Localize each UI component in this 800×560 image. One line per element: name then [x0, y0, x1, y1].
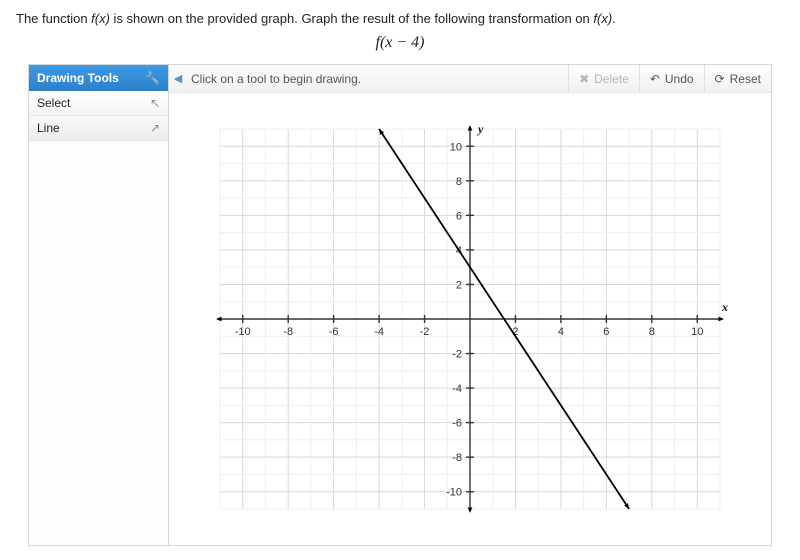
svg-text:8: 8 — [649, 326, 655, 338]
transformation-formula: f(x − 4) — [0, 32, 800, 60]
delete-icon: ✖ — [579, 72, 589, 86]
coordinate-plane[interactable]: -10-8-6-4-2246810-10-8-6-4-2246810xy — [190, 99, 750, 539]
tool-hint: Click on a tool to begin drawing. — [187, 72, 568, 86]
prompt-fx3: f(x) — [593, 11, 612, 26]
svg-text:8: 8 — [456, 176, 462, 188]
chevron-left-icon: ◀ — [174, 73, 182, 85]
svg-text:-6: -6 — [452, 418, 462, 430]
workspace: Drawing Tools 🔧 Select ↖ Line ↗ ◀ Click … — [28, 64, 772, 546]
wrench-icon: 🔧 — [145, 71, 160, 85]
graph-container: -10-8-6-4-2246810-10-8-6-4-2246810xy — [169, 93, 771, 545]
tools-header: Drawing Tools 🔧 — [29, 65, 168, 91]
svg-text:-10: -10 — [446, 487, 462, 499]
delete-label: Delete — [594, 72, 629, 86]
canvas-topbar: ◀ Click on a tool to begin drawing. ✖ De… — [169, 65, 771, 93]
undo-icon: ↶ — [650, 72, 660, 86]
svg-text:-8: -8 — [283, 326, 293, 338]
svg-text:-4: -4 — [452, 383, 462, 395]
canvas-area: ◀ Click on a tool to begin drawing. ✖ De… — [169, 65, 771, 545]
svg-text:10: 10 — [450, 141, 462, 153]
reset-button[interactable]: ⟳ Reset — [704, 65, 771, 92]
tool-line-label: Line — [37, 121, 60, 135]
tool-select-label: Select — [37, 96, 70, 110]
delete-button[interactable]: ✖ Delete — [568, 65, 639, 92]
prompt-part3: . — [612, 11, 616, 26]
collapse-panel-button[interactable]: ◀ — [169, 72, 187, 85]
tool-line[interactable]: Line ↗ — [29, 116, 168, 141]
tool-select[interactable]: Select ↖ — [29, 91, 168, 116]
undo-button[interactable]: ↶ Undo — [639, 65, 704, 92]
svg-text:-10: -10 — [235, 326, 251, 338]
tools-title: Drawing Tools — [37, 71, 119, 85]
svg-text:6: 6 — [603, 326, 609, 338]
svg-text:-2: -2 — [452, 349, 462, 361]
reset-label: Reset — [730, 72, 761, 86]
svg-text:-4: -4 — [374, 326, 384, 338]
svg-text:-2: -2 — [420, 326, 430, 338]
svg-text:2: 2 — [456, 280, 462, 292]
question-prompt: The function f(x) is shown on the provid… — [0, 0, 800, 32]
svg-text:y: y — [476, 122, 484, 136]
svg-text:x: x — [721, 300, 728, 314]
svg-text:-8: -8 — [452, 452, 462, 464]
cursor-icon: ↖ — [150, 96, 160, 110]
prompt-fx1: f(x) — [91, 11, 110, 26]
prompt-part2: is shown on the provided graph. Graph th… — [110, 11, 593, 26]
svg-text:-6: -6 — [329, 326, 339, 338]
undo-label: Undo — [665, 72, 694, 86]
svg-text:10: 10 — [691, 326, 703, 338]
line-icon: ↗ — [150, 121, 160, 135]
svg-text:4: 4 — [558, 326, 564, 338]
svg-text:6: 6 — [456, 211, 462, 223]
drawing-tools-panel: Drawing Tools 🔧 Select ↖ Line ↗ — [29, 65, 169, 545]
prompt-part1: The function — [16, 11, 91, 26]
reset-icon: ⟳ — [715, 72, 725, 86]
